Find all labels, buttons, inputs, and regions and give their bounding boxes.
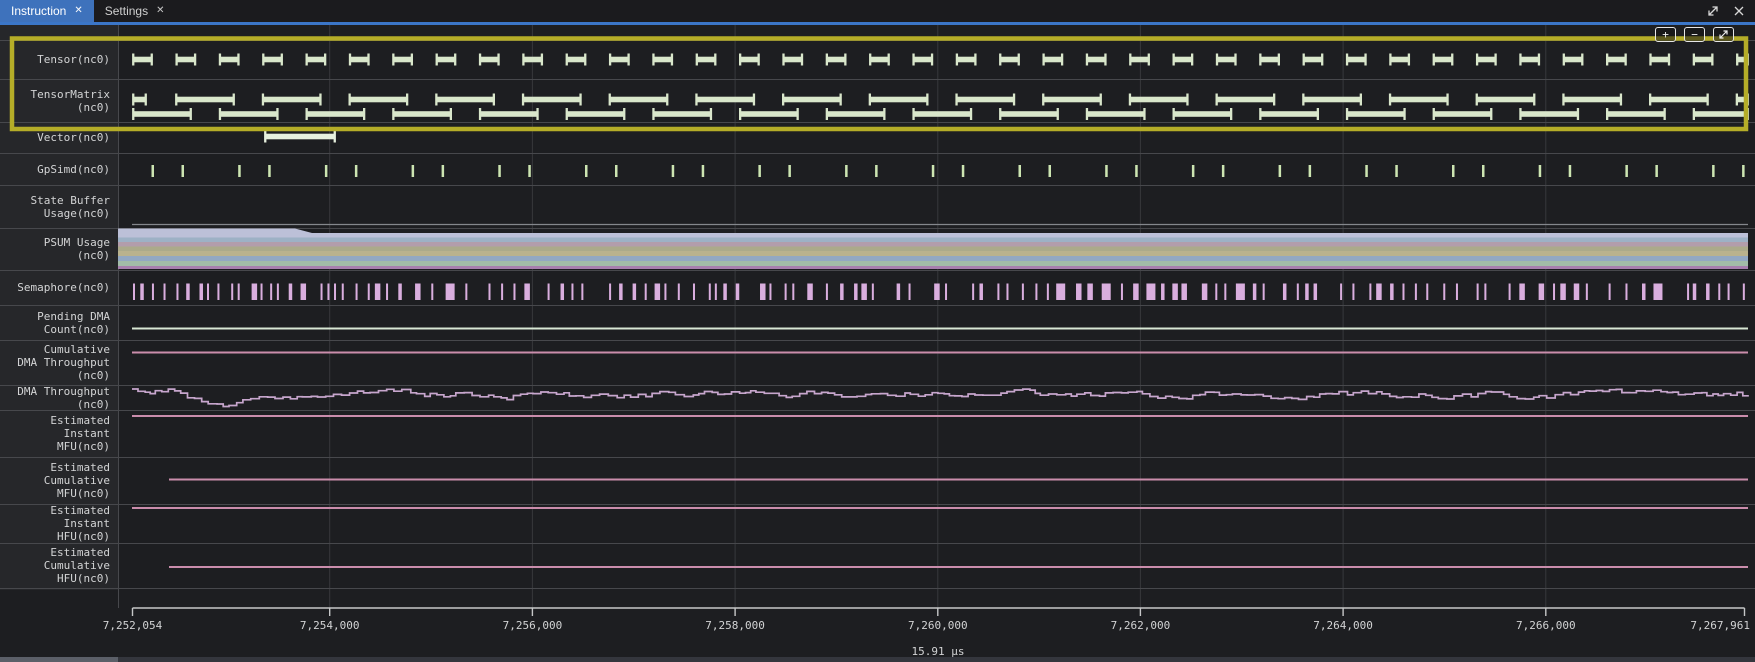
profiler-window: Instruction ✕ Settings ✕ Tensor(nc0)Tens… [0,0,1755,662]
titlebar-actions [1706,0,1755,22]
tab-instruction-close-icon[interactable]: ✕ [74,6,82,16]
scrollbar-thumb[interactable] [0,657,118,662]
tab-bar: Instruction ✕ Settings ✕ [0,0,1755,22]
close-window-icon[interactable] [1732,4,1746,18]
row-label-vector: Vector(nc0) [0,131,110,144]
tab-settings-close-icon[interactable]: ✕ [156,6,164,16]
expand-arrows-icon [1718,29,1729,40]
tab-instruction-label: Instruction [11,4,66,18]
timeline-chart: Tensor(nc0) TensorMatrix (nc0) Vector(nc0)… [0,25,1755,662]
row-label-gpsimd: GpSimd(nc0) [0,163,110,176]
row-label-state-buffer-usage: State Buffer Usage(nc0) [0,194,110,220]
row-label-pending-dma-count: Pending DMA Count(nc0) [0,310,110,336]
zoom-reset-button[interactable] [1713,27,1734,42]
row-label-tensor-matrix: TensorMatrix (nc0) [0,88,110,114]
row-label-semaphore: Semaphore(nc0) [0,281,110,294]
row-label-cumulative-dma-throughput: Cumulative DMA Throughput (nc0) [0,343,110,382]
row-label-estimated-instant-mfu: Estimated Instant MFU(nc0) [0,414,110,453]
time-tick-label: 7,256,000 [503,619,563,632]
tab-instruction[interactable]: Instruction ✕ [0,0,94,22]
horizontal-scrollbar[interactable] [0,657,1755,662]
row-label-dma-throughput: DMA Throughput (nc0) [0,385,110,411]
tab-settings[interactable]: Settings ✕ [94,0,176,22]
zoom-out-button[interactable]: − [1684,27,1705,42]
time-tick-label: 7,254,000 [300,619,360,632]
time-tick-label: 7,266,000 [1516,619,1576,632]
timeline-plot[interactable] [0,25,1755,662]
time-tick-label: 7,258,000 [705,619,765,632]
expand-icon[interactable] [1706,4,1720,18]
row-label-psum-usage: PSUM Usage (nc0) [0,236,110,262]
tab-settings-label: Settings [105,4,148,18]
zoom-controls: + − [1655,27,1734,42]
time-tick-label: 7,267,961 [1690,619,1750,632]
row-label-estimated-cumulative-hfu: Estimated Cumulative HFU(nc0) [0,546,110,585]
row-label-tensor: Tensor(nc0) [0,53,110,66]
row-label-estimated-instant-hfu: Estimated Instant HFU(nc0) [0,504,110,543]
time-tick-label: 7,260,000 [908,619,968,632]
time-tick-label: 7,252,054 [103,619,163,632]
time-tick-label: 7,262,000 [1111,619,1171,632]
row-label-estimated-cumulative-mfu: Estimated Cumulative MFU(nc0) [0,461,110,500]
time-tick-label: 7,264,000 [1313,619,1373,632]
zoom-in-button[interactable]: + [1655,27,1676,42]
